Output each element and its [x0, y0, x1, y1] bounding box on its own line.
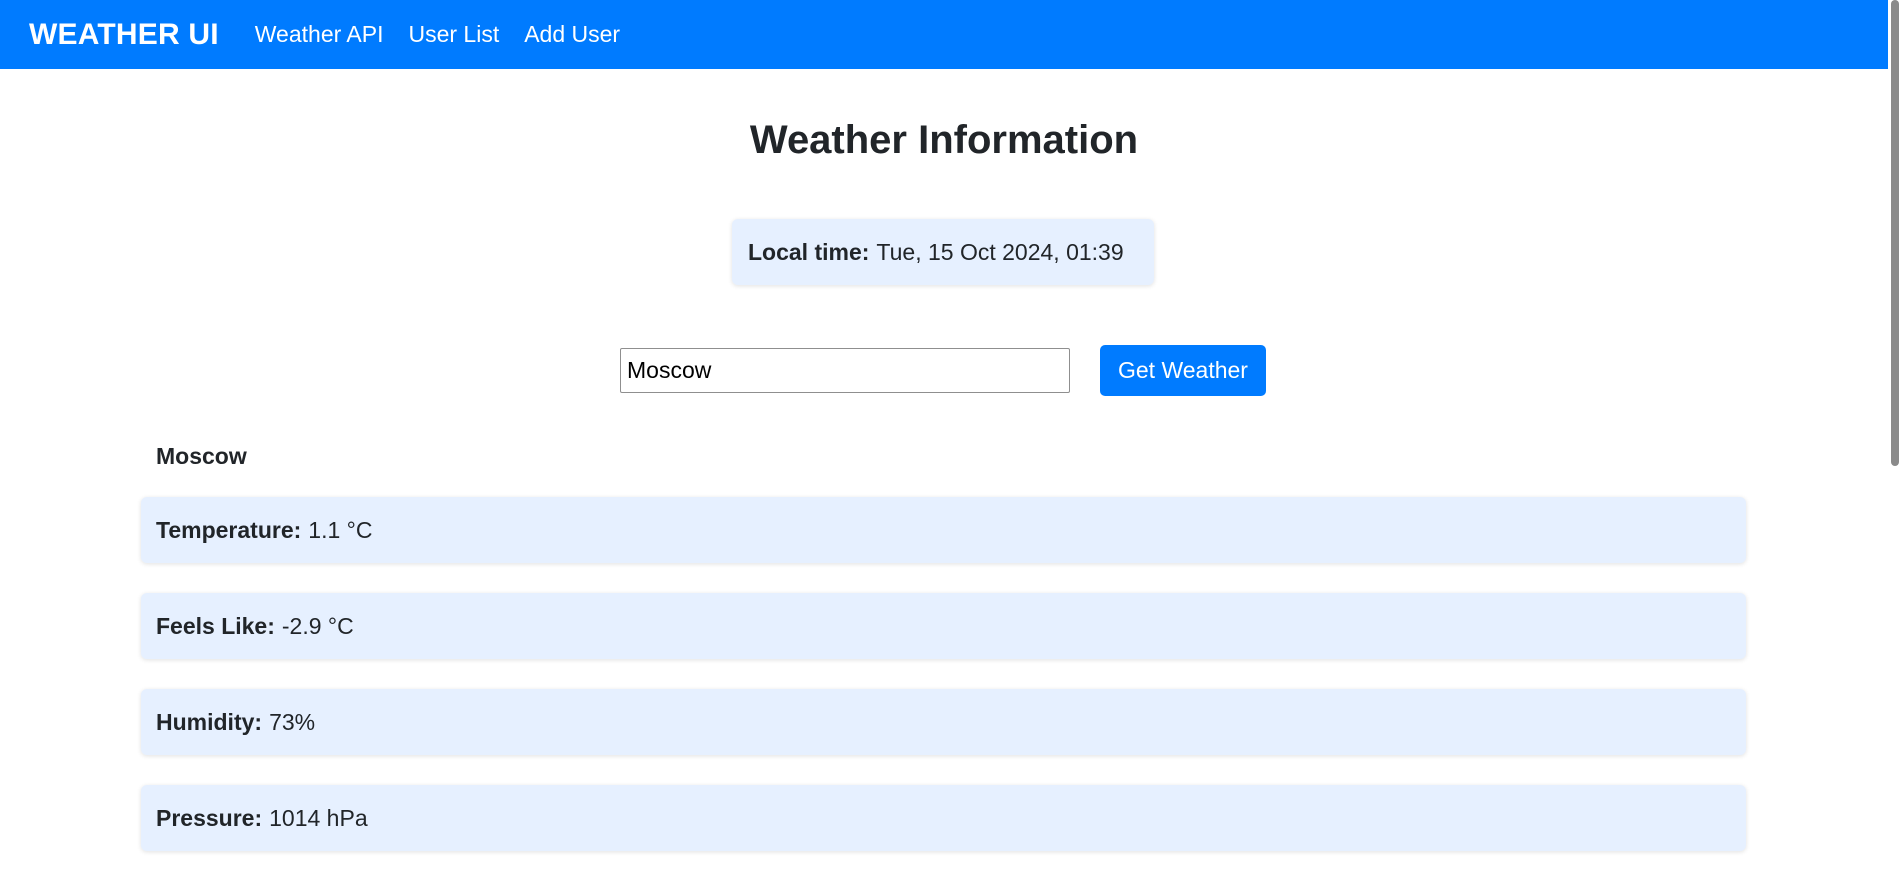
page-title: Weather Information: [749, 118, 1139, 162]
city-search-input[interactable]: [620, 348, 1070, 393]
weather-item-value: -2.9 °C: [281, 612, 354, 639]
city-name: Moscow: [156, 443, 247, 469]
local-time-value: Tue, 15 Oct 2024, 01:39: [876, 238, 1124, 265]
weather-item-feels-like: Feels Like: -2.9 °C: [141, 593, 1746, 659]
nav-link-weather-api[interactable]: Weather API: [255, 23, 384, 46]
weather-item-value: 1014 hPa: [269, 804, 368, 831]
page-scrollbar[interactable]: [1888, 0, 1902, 819]
weather-item-label: Pressure:: [156, 804, 263, 831]
scrollbar-thumb[interactable]: [1891, 0, 1899, 466]
nav-link-user-list[interactable]: User List: [408, 23, 499, 46]
weather-item-value: 73%: [269, 708, 316, 735]
get-weather-button[interactable]: Get Weather: [1100, 345, 1266, 396]
weather-item-humidity: Humidity: 73%: [141, 689, 1746, 755]
weather-item-label: Temperature:: [156, 516, 302, 543]
weather-details-list: Temperature: 1.1 °C Feels Like: -2.9 °C …: [141, 497, 1746, 881]
nav-link-add-user[interactable]: Add User: [524, 23, 620, 46]
brand-logo[interactable]: WEATHER UI: [29, 19, 219, 50]
local-time-label: Local time:: [748, 238, 870, 265]
weather-item-label: Humidity:: [156, 708, 263, 735]
weather-item-temperature: Temperature: 1.1 °C: [141, 497, 1746, 563]
weather-item-label: Feels Like:: [156, 612, 275, 639]
navbar: WEATHER UI Weather API User List Add Use…: [0, 0, 1902, 69]
local-time-card: Local time: Tue, 15 Oct 2024, 01:39: [732, 219, 1154, 285]
weather-item-value: 1.1 °C: [308, 516, 373, 543]
weather-item-pressure: Pressure: 1014 hPa: [141, 785, 1746, 851]
